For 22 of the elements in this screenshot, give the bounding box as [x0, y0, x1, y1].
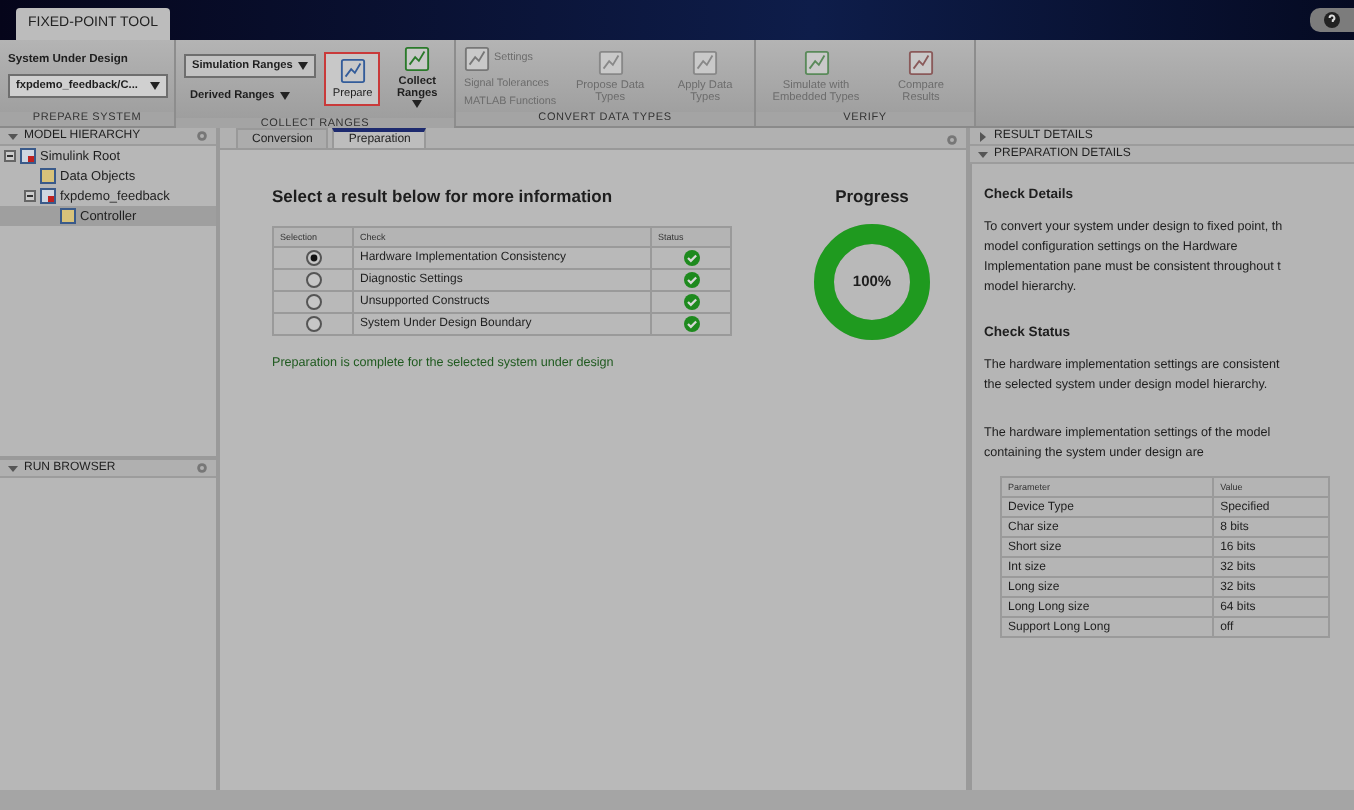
- radio-button[interactable]: [305, 272, 321, 288]
- progress-title: Progress: [833, 186, 911, 206]
- help-button[interactable]: [1310, 8, 1354, 32]
- help-icon: [1324, 12, 1340, 28]
- chart-icon: [908, 49, 934, 75]
- chart-icon: [597, 49, 624, 75]
- caret-icon: [298, 61, 309, 69]
- collapse-icon[interactable]: [8, 463, 18, 473]
- caret-icon: [412, 100, 423, 108]
- caret-icon: [280, 91, 291, 99]
- collapse-icon[interactable]: [24, 190, 36, 202]
- block-icon: [20, 148, 36, 164]
- radio-button[interactable]: [305, 250, 321, 266]
- block-icon: [40, 168, 56, 184]
- caret-icon: [150, 82, 160, 90]
- radio-button[interactable]: [305, 316, 321, 332]
- heading: Select a result below for more information: [272, 186, 615, 206]
- radio-button[interactable]: [305, 294, 321, 310]
- chart-icon: [692, 49, 719, 75]
- block-icon: [40, 188, 56, 204]
- block-icon: [60, 208, 76, 224]
- collapse-icon[interactable]: [4, 150, 16, 162]
